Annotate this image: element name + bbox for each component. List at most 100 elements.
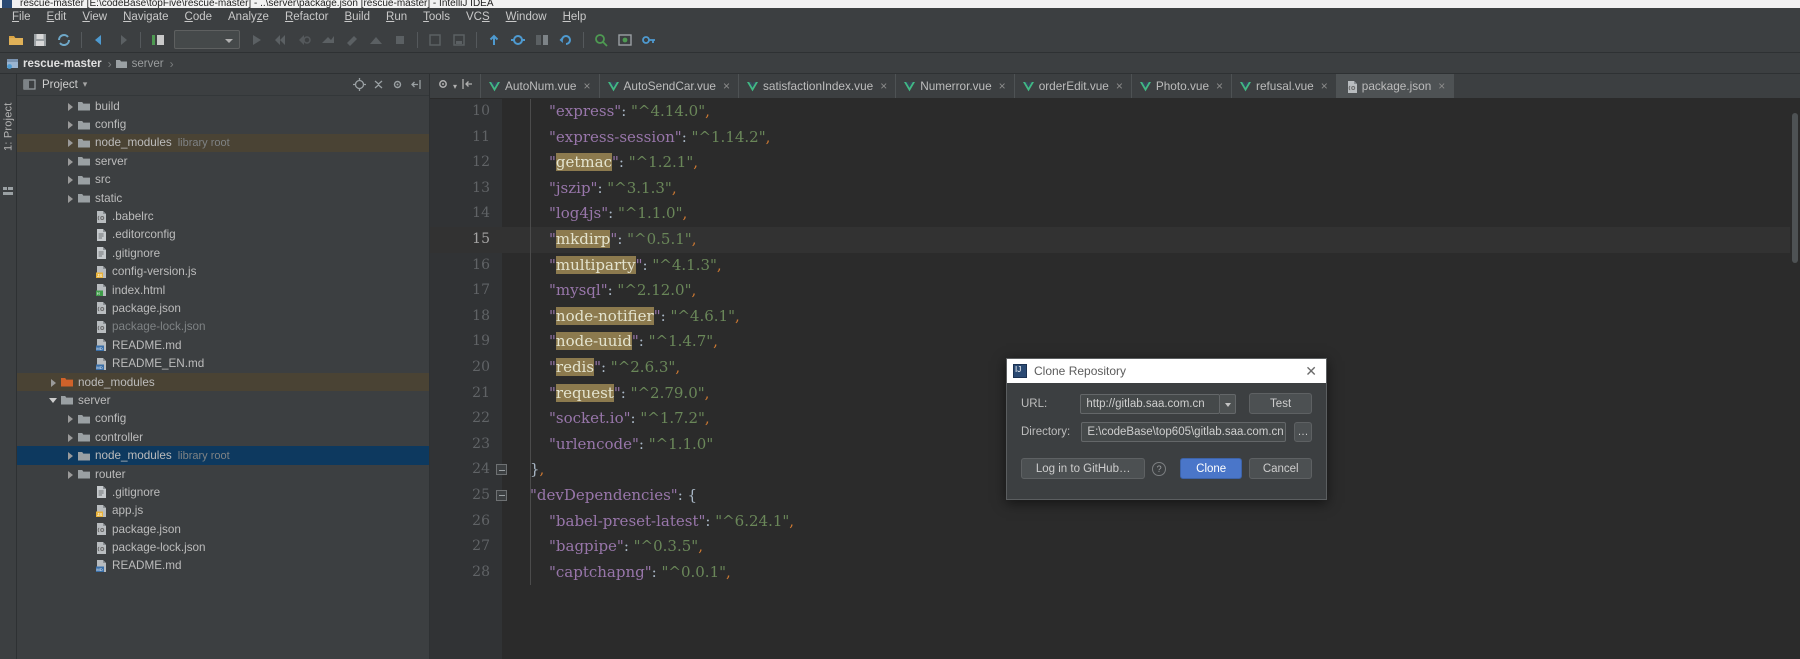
structure-icon[interactable] <box>3 186 14 197</box>
debug-icon[interactable] <box>269 29 291 51</box>
tree-item-package-json[interactable]: package.json <box>17 299 429 317</box>
chevron-right-icon[interactable] <box>65 119 77 131</box>
project-structure-icon[interactable] <box>448 29 470 51</box>
cancel-button[interactable]: Cancel <box>1249 458 1312 479</box>
code-line[interactable]: 12 "getmac": "^1.2.1", <box>430 150 1800 176</box>
settings-gear-icon[interactable] <box>436 77 450 96</box>
tree-item-readme-md[interactable]: MD README.md <box>17 336 429 354</box>
build-icon[interactable] <box>365 29 387 51</box>
tree-item-static[interactable]: static <box>17 189 429 207</box>
tree-item-build[interactable]: build <box>17 97 429 115</box>
code-line[interactable]: 14 "log4js": "^1.1.0", <box>430 201 1800 227</box>
tree-item-node-modules[interactable]: node_modules library root <box>17 133 429 153</box>
code-line[interactable]: 10 "express": "^4.14.0", <box>430 99 1800 125</box>
run-configuration-select[interactable] <box>174 30 240 49</box>
close-icon[interactable]: × <box>999 79 1006 93</box>
tree-item--editorconfig[interactable]: .editorconfig <box>17 226 429 244</box>
menu-tools[interactable]: Tools <box>415 10 458 24</box>
fold-collapse-icon[interactable] <box>496 489 507 501</box>
stop-icon[interactable] <box>389 29 411 51</box>
tree-item-package-json[interactable]: package.json <box>17 520 429 538</box>
find-icon[interactable] <box>614 29 636 51</box>
tree-item-package-lock-json[interactable]: package-lock.json <box>17 318 429 336</box>
settings-gear-icon[interactable] <box>390 78 404 92</box>
tree-item-config[interactable]: config <box>17 115 429 133</box>
tree-item-controller[interactable]: controller <box>17 428 429 446</box>
menu-view[interactable]: View <box>74 10 115 24</box>
scrollbar-thumb[interactable] <box>1792 113 1798 263</box>
menu-vcs[interactable]: VCS <box>458 10 498 24</box>
collapse-all-icon[interactable] <box>460 77 474 96</box>
tree-item-readme-en-md[interactable]: MD README_EN.md <box>17 354 429 372</box>
fold-end-icon[interactable] <box>496 464 507 476</box>
toggle-bookmark-icon[interactable] <box>147 29 169 51</box>
save-all-icon[interactable] <box>29 29 51 51</box>
code-line[interactable]: 18 "node-notifier": "^4.6.1", <box>430 303 1800 330</box>
menu-edit[interactable]: Edit <box>39 10 75 24</box>
tree-item-config[interactable]: config <box>17 410 429 428</box>
tool-window-tab-project[interactable]: 1: Project <box>0 82 17 172</box>
forward-icon[interactable] <box>112 29 134 51</box>
tree-item--babelrc[interactable]: .babelrc <box>17 207 429 225</box>
tree-item-readme-md[interactable]: MD README.md <box>17 557 429 575</box>
chevron-right-icon[interactable] <box>65 137 77 149</box>
chevron-right-icon[interactable] <box>65 155 77 167</box>
chevron-right-icon[interactable] <box>65 468 77 480</box>
locate-icon[interactable] <box>352 78 366 92</box>
key-icon[interactable] <box>638 29 660 51</box>
menu-analyze[interactable]: Analyze <box>220 10 277 24</box>
chevron-right-icon[interactable] <box>48 376 60 388</box>
editor-tab-autosendcar-vue[interactable]: AutoSendCar.vue × <box>600 74 740 98</box>
editor-tab-refusal-vue[interactable]: refusal.vue × <box>1232 74 1337 98</box>
code-line[interactable]: 16 "multiparty": "^4.1.3", <box>430 252 1800 279</box>
menu-run[interactable]: Run <box>378 10 415 24</box>
clone-button[interactable]: Clone <box>1179 458 1243 479</box>
project-panel-dropdown-caret[interactable]: ▾ <box>83 79 88 90</box>
chevron-down-icon[interactable] <box>48 394 60 406</box>
editor-tab-numerror-vue[interactable]: Numerror.vue × <box>896 74 1015 98</box>
update-project-icon[interactable] <box>483 29 505 51</box>
menu-file[interactable]: File <box>4 10 39 24</box>
open-project-icon[interactable] <box>5 29 27 51</box>
chevron-right-icon[interactable] <box>65 174 77 186</box>
settings-icon[interactable] <box>424 29 446 51</box>
expand-collapse-icon[interactable] <box>371 78 385 92</box>
editor-tab-orderedit-vue[interactable]: orderEdit.vue × <box>1015 74 1132 98</box>
editor-tab-autonum-vue[interactable]: AutoNum.vue × <box>481 74 600 98</box>
search-everywhere-icon[interactable] <box>590 29 612 51</box>
chevron-down-icon[interactable]: ▾ <box>453 82 457 91</box>
attach-icon[interactable] <box>341 29 363 51</box>
breadcrumb-item-server[interactable]: server <box>115 57 167 70</box>
hide-icon[interactable] <box>409 78 423 92</box>
breadcrumb-item-project[interactable]: rescue-master <box>6 57 105 70</box>
tree-item-index-html[interactable]: Hindex.html <box>17 281 429 299</box>
menu-help[interactable]: Help <box>555 10 595 24</box>
login-to-github-button[interactable]: Log in to GitHub… <box>1021 458 1146 479</box>
tree-item-node-modules[interactable]: node_modules library root <box>17 446 429 465</box>
chevron-right-icon[interactable] <box>65 431 77 443</box>
tree-item-config-version-js[interactable]: JS config-version.js <box>17 263 429 281</box>
back-icon[interactable] <box>88 29 110 51</box>
project-tree[interactable]: build config node_modules library root serve… <box>17 97 429 659</box>
editor-tab-photo-vue[interactable]: Photo.vue × <box>1132 74 1233 98</box>
tree-item-src[interactable]: src <box>17 171 429 189</box>
close-icon[interactable]: × <box>1438 79 1445 93</box>
tree-item-router[interactable]: router <box>17 465 429 483</box>
run-coverage-icon[interactable] <box>293 29 315 51</box>
close-icon[interactable]: × <box>1216 79 1223 93</box>
tree-item-server[interactable]: server <box>17 391 429 409</box>
code-line[interactable]: 15 "mkdirp": "^0.5.1", <box>430 226 1800 253</box>
editor-tab-package-json[interactable]: package.json × <box>1336 74 1455 98</box>
sync-icon[interactable] <box>53 29 75 51</box>
code-line[interactable]: 13 "jszip": "^3.1.3", <box>430 175 1800 202</box>
tree-item--gitignore[interactable]: .gitignore <box>17 483 429 501</box>
browse-button[interactable]: … <box>1293 422 1312 442</box>
code-line[interactable]: 28 "captchapng": "^0.0.1", <box>430 559 1800 586</box>
menu-build[interactable]: Build <box>336 10 378 24</box>
close-icon[interactable]: × <box>880 79 887 93</box>
editor-tab-satisfactionindex-vue[interactable]: satisfactionIndex.vue × <box>739 74 897 98</box>
compare-icon[interactable] <box>531 29 553 51</box>
chevron-right-icon[interactable] <box>65 100 77 112</box>
chevron-right-icon[interactable] <box>65 192 77 204</box>
url-input[interactable]: http://gitlab.saa.com.cn <box>1080 393 1221 414</box>
